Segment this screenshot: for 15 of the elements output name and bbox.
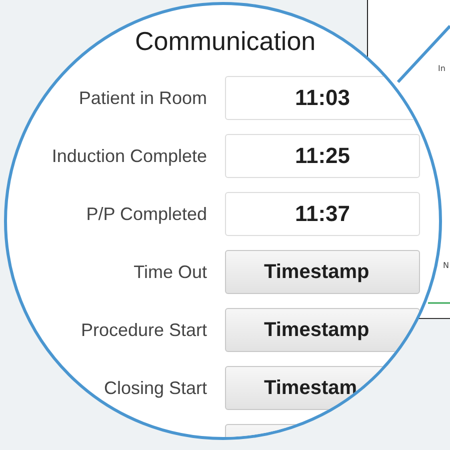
time-field[interactable]: 11:25 (225, 134, 420, 178)
field-label: Patient in Room (78, 88, 207, 108)
time-field[interactable]: 11:37 (225, 192, 420, 236)
timestamp-button[interactable]: Timestamp (225, 308, 420, 352)
connector-line (396, 24, 450, 84)
panel-text: N (443, 261, 449, 270)
field-label: Time Out (132, 262, 207, 282)
panel-text: In (438, 64, 446, 73)
section-title: Communication (134, 25, 317, 57)
timestamp-button[interactable]: Timestamp (225, 250, 420, 294)
field-label: Induction Complete (50, 146, 207, 166)
accent-line (428, 302, 450, 304)
field-label: Closing Start (102, 378, 207, 398)
field-label: Procedure Start (80, 320, 207, 340)
field-label: P/P Completed (85, 204, 207, 224)
